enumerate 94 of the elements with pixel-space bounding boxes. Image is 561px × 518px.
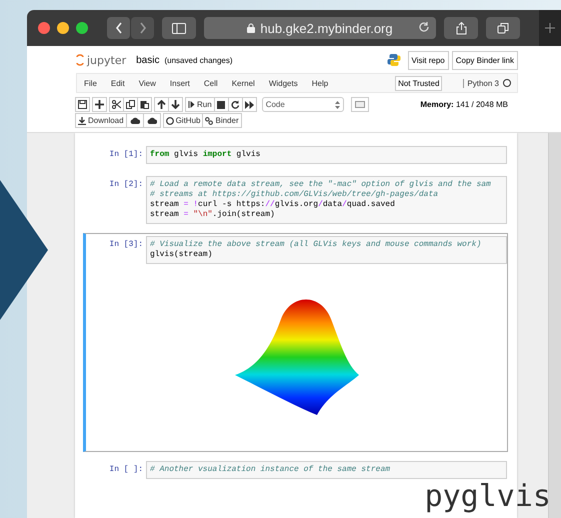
code-line: glvis(stream) (150, 250, 214, 260)
arrow-down-icon (171, 100, 180, 109)
header-button[interactable]: Copy Binder link (452, 50, 518, 70)
address-bar[interactable]: hub.gke2.mybinder.org (204, 17, 436, 39)
cell-prompt: In [2]: (108, 179, 144, 191)
binder-button[interactable]: Binder (202, 113, 242, 128)
github-icon (166, 116, 174, 124)
kernel-name: Python 3 (463, 78, 499, 88)
tabs-icon (497, 22, 509, 34)
code-input[interactable] (146, 176, 507, 224)
cut-button[interactable] (109, 97, 124, 112)
reload-icon[interactable] (418, 21, 430, 33)
chevron-right-icon (138, 22, 146, 34)
scrollbar[interactable] (548, 133, 561, 518)
move-down-button[interactable] (168, 97, 183, 112)
stop-icon (217, 100, 226, 108)
fast-forward-icon (244, 100, 254, 108)
restart-button[interactable] (228, 97, 243, 112)
code-line: # Load a remote data stream, see the "-mac" option of glvis and the sam (150, 180, 492, 190)
link-icon (205, 116, 214, 124)
close-button[interactable] (38, 22, 50, 34)
chevron-left-icon (114, 22, 122, 34)
plus-icon (95, 100, 104, 109)
lock-icon (247, 23, 256, 33)
code-input[interactable]: from glvis import glvis (146, 146, 507, 164)
sidebar-icon (172, 22, 186, 34)
menu-item[interactable]: Kernel (232, 78, 255, 88)
notebook-cell[interactable]: In [1]: from glvis import glvis (83, 143, 508, 167)
cell-prompt: In [1]: (108, 149, 144, 161)
sidebar-button[interactable] (162, 17, 196, 39)
save-status: (unsaved changes) (164, 56, 233, 64)
plus-icon (545, 23, 555, 33)
caption-text: pyglvis (424, 480, 551, 514)
save-icon (78, 100, 87, 109)
menu-item[interactable]: Cell (204, 78, 218, 88)
restart-icon (230, 100, 240, 109)
code-line: from glvis import glvis (150, 150, 262, 160)
copy-icon (126, 100, 135, 109)
copy-button[interactable] (123, 97, 138, 112)
paste-button[interactable] (137, 97, 152, 112)
run-button[interactable]: Run (185, 97, 215, 112)
menu-item[interactable]: View (138, 78, 156, 88)
code-line: # Another vsualization instance of the same stream (150, 465, 392, 475)
save-button[interactable] (75, 97, 90, 112)
cloud-icon (130, 117, 140, 124)
logo-text: jupyter (87, 54, 126, 66)
keyboard-icon (354, 101, 365, 108)
cloud-upload-button[interactable] (126, 113, 144, 128)
download-button[interactable]: Download (75, 113, 127, 128)
clipboard-icon (140, 100, 149, 109)
code-input[interactable]: # Visualize the above stream (all GLVis keys and mouse commands work) glvis(stream) (146, 236, 507, 264)
tabs-button[interactable] (486, 17, 520, 39)
header-button[interactable]: Visit repo (408, 50, 449, 70)
forward-button[interactable] (131, 17, 154, 39)
menu-item[interactable]: Edit (110, 78, 125, 88)
stop-button[interactable] (214, 97, 229, 112)
updown-icon (334, 100, 340, 108)
add-cell-button[interactable] (92, 97, 107, 112)
cell-type-dropdown[interactable]: Code (262, 97, 344, 112)
code-line: stream = !curl -s https://glvis.org/data/quad.saved (150, 200, 396, 210)
menu-item[interactable]: Widgets (268, 78, 298, 88)
url-text: hub.gke2.mybinder.org (260, 20, 393, 36)
zoom-button[interactable] (76, 22, 88, 34)
menu-item[interactable]: Help (312, 78, 328, 88)
cloud-download-button[interactable] (142, 113, 161, 128)
code-line: # Visualize the above stream (all GLVis keys and mouse commands work) (150, 240, 482, 250)
new-tab-button[interactable] (539, 10, 561, 46)
notebook-cell[interactable]: In [ ]: # Another vsualization instance of the same stream (83, 458, 508, 482)
cell-prompt: In [ ]: (108, 464, 144, 476)
cell-prompt: In [3]: (108, 239, 144, 251)
jupyter-logo-icon (76, 54, 84, 66)
trust-button[interactable]: Not Trusted (395, 76, 442, 90)
github-button[interactable]: GitHub (162, 113, 204, 128)
code-line: # streams at https://github.com/GLVis/web/tree/gh-pages/data (150, 190, 440, 200)
code-input[interactable]: # Another vsualization instance of the same stream (146, 461, 507, 479)
menu-item[interactable]: Insert (170, 78, 190, 88)
share-icon (456, 22, 466, 34)
download-icon (78, 116, 86, 124)
step-icon (188, 100, 195, 109)
code-line: stream = "\n".join(stream) (150, 210, 276, 220)
move-up-button[interactable] (154, 97, 169, 112)
cloud-icon (146, 117, 157, 124)
arrow-up-icon (157, 100, 166, 109)
minimize-button[interactable] (57, 22, 69, 34)
run-all-button[interactable] (242, 97, 257, 112)
menu-item[interactable]: File (84, 78, 97, 88)
keyboard-button[interactable] (350, 97, 369, 112)
scissors-icon (112, 100, 121, 109)
back-button[interactable] (107, 17, 130, 39)
python-logo-icon (386, 53, 401, 67)
memory-usage: Memory: 141 / 2048 MB (420, 100, 508, 109)
share-button[interactable] (444, 17, 478, 39)
notebook-cell[interactable]: In [3]: # Visualize the above stream (all GLVis keys and mouse commands work) glvis(stream) (83, 233, 508, 452)
notebook-name[interactable]: basic (136, 54, 160, 66)
